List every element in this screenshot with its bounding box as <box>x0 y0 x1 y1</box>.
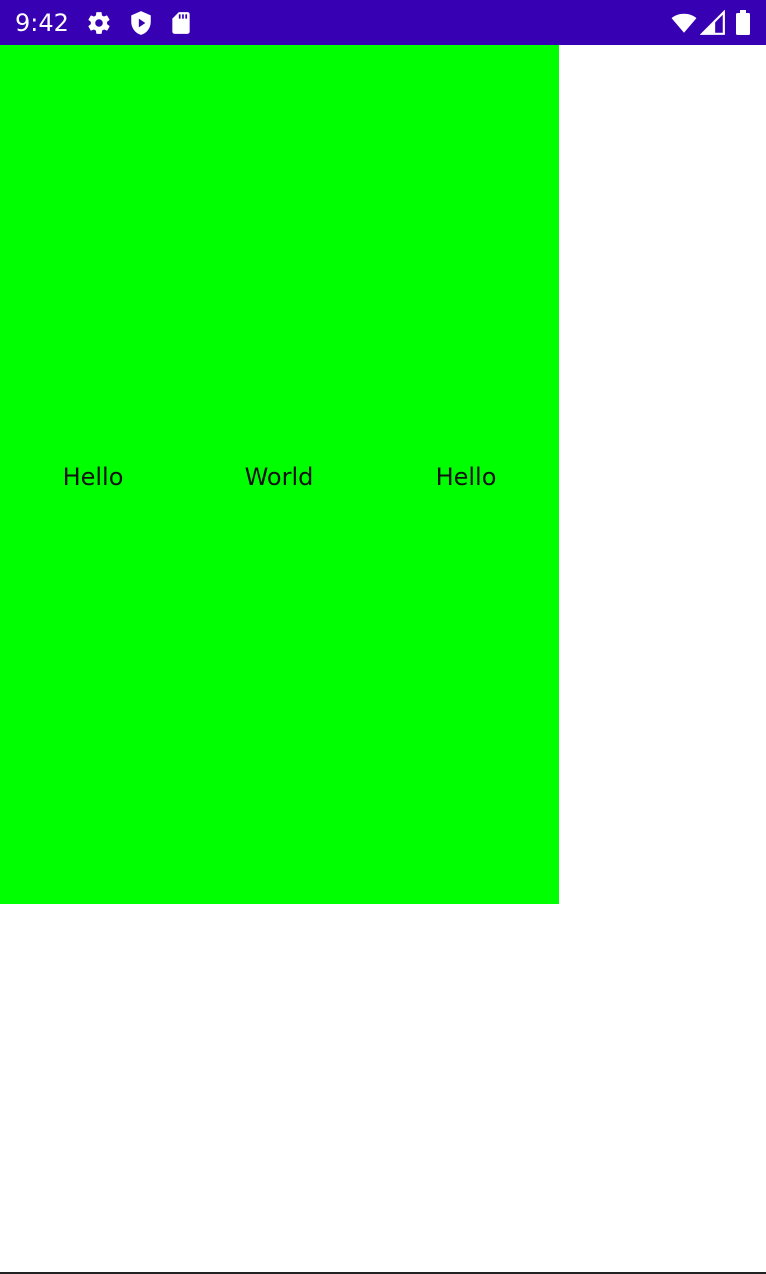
wifi-icon <box>671 13 697 33</box>
content-panel: Hello World Hello <box>0 45 559 904</box>
play-protect-icon <box>131 11 151 35</box>
sd-card-icon <box>172 12 190 34</box>
settings-gear-icon <box>88 12 110 34</box>
battery-icon <box>736 10 750 35</box>
label-hello-1: Hello <box>62 463 124 491</box>
cell-signal-icon <box>700 10 725 35</box>
status-time: 9:42 <box>15 9 69 37</box>
label-row: Hello World Hello <box>0 459 559 495</box>
label-hello-2: Hello <box>435 463 497 491</box>
label-world: World <box>244 463 314 491</box>
status-bar: 9:42 <box>0 0 766 45</box>
